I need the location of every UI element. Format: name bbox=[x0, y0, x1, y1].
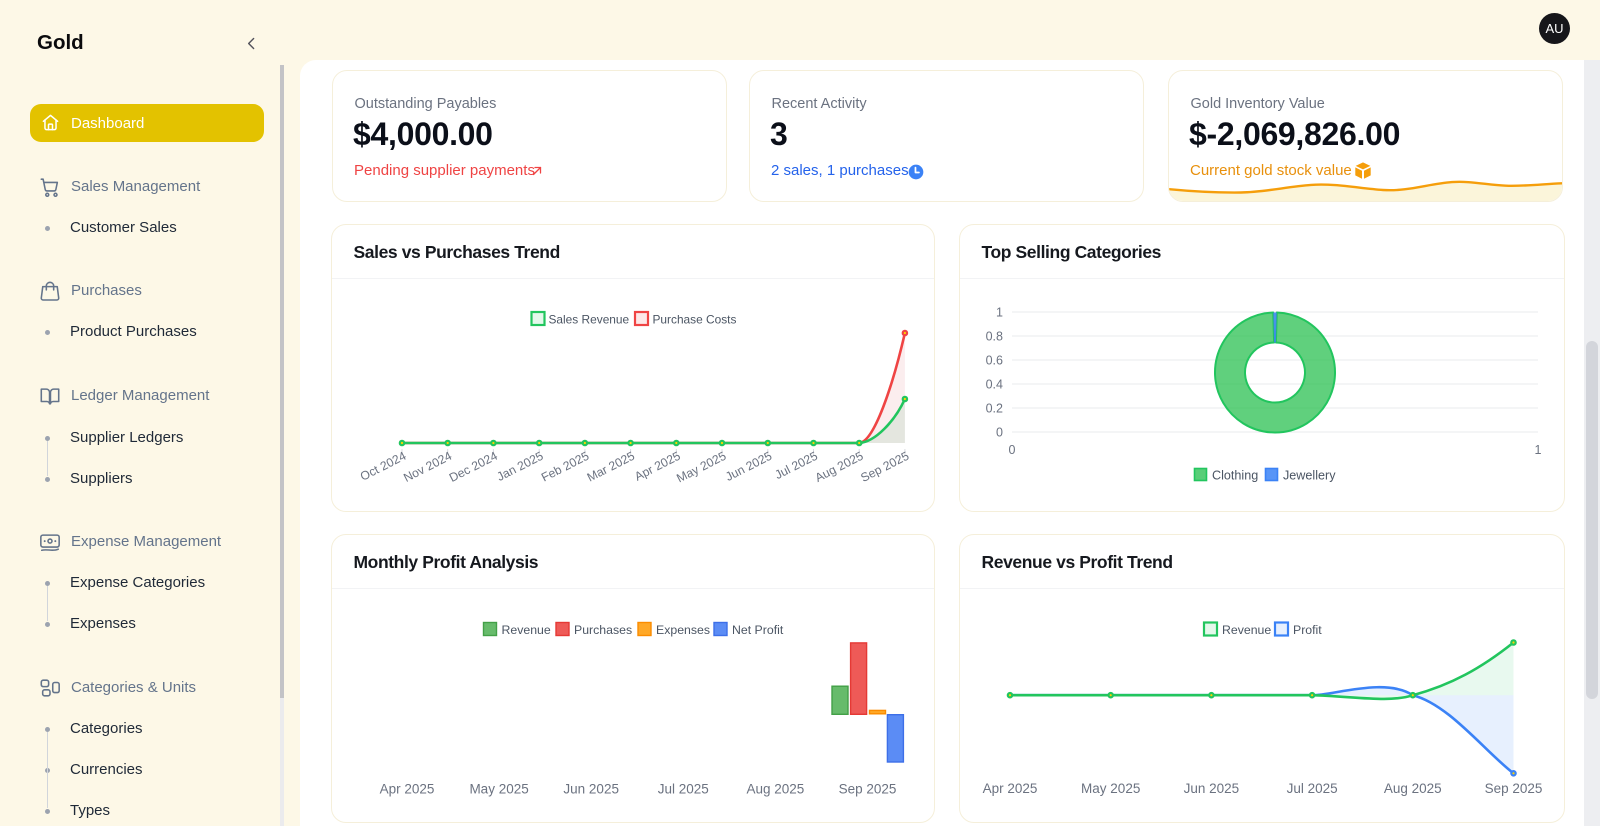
svg-text:Aug 2025: Aug 2025 bbox=[813, 449, 866, 485]
svg-text:1: 1 bbox=[1535, 443, 1542, 457]
svg-text:Jan 2025: Jan 2025 bbox=[495, 449, 546, 484]
svg-text:0: 0 bbox=[996, 426, 1003, 440]
svg-text:Net Profit: Net Profit bbox=[732, 623, 784, 637]
svg-text:Apr 2025: Apr 2025 bbox=[632, 449, 683, 484]
svg-text:May 2025: May 2025 bbox=[469, 782, 528, 797]
svg-text:0: 0 bbox=[1009, 443, 1016, 457]
svg-text:Sep 2025: Sep 2025 bbox=[858, 449, 911, 485]
svg-text:Jul 2025: Jul 2025 bbox=[772, 449, 820, 482]
svg-text:0.6: 0.6 bbox=[986, 354, 1003, 368]
svg-text:May 2025: May 2025 bbox=[674, 449, 728, 486]
svg-text:0.2: 0.2 bbox=[986, 402, 1003, 416]
svg-text:Jun 2025: Jun 2025 bbox=[723, 449, 774, 484]
svg-text:1: 1 bbox=[996, 306, 1003, 320]
svg-text:Profit: Profit bbox=[1293, 623, 1322, 637]
svg-text:Jul 2025: Jul 2025 bbox=[658, 782, 709, 797]
svg-text:Aug 2025: Aug 2025 bbox=[746, 782, 804, 797]
svg-text:Expenses: Expenses bbox=[656, 623, 710, 637]
svg-text:Aug 2025: Aug 2025 bbox=[1384, 781, 1442, 796]
svg-text:Apr 2025: Apr 2025 bbox=[380, 782, 435, 797]
svg-text:Revenue: Revenue bbox=[502, 623, 551, 637]
svg-text:Clothing: Clothing bbox=[1212, 469, 1258, 483]
svg-text:Sep 2025: Sep 2025 bbox=[1485, 781, 1543, 796]
svg-text:Sales Revenue: Sales Revenue bbox=[549, 313, 630, 327]
svg-text:Revenue: Revenue bbox=[1222, 623, 1271, 637]
svg-text:Jun 2025: Jun 2025 bbox=[563, 782, 619, 797]
svg-text:0.8: 0.8 bbox=[986, 330, 1003, 344]
svg-text:Jewellery: Jewellery bbox=[1283, 469, 1336, 483]
svg-text:Oct 2024: Oct 2024 bbox=[358, 449, 409, 484]
svg-text:May 2025: May 2025 bbox=[1081, 781, 1140, 796]
svg-text:Mar 2025: Mar 2025 bbox=[585, 449, 637, 485]
svg-text:Jun 2025: Jun 2025 bbox=[1184, 781, 1240, 796]
svg-text:Purchase Costs: Purchase Costs bbox=[653, 313, 737, 327]
svg-text:Dec 2024: Dec 2024 bbox=[447, 449, 500, 485]
svg-text:Sep 2025: Sep 2025 bbox=[839, 782, 897, 797]
svg-text:Apr 2025: Apr 2025 bbox=[983, 781, 1038, 796]
svg-text:Feb 2025: Feb 2025 bbox=[539, 449, 591, 485]
svg-text:Jul 2025: Jul 2025 bbox=[1287, 781, 1338, 796]
svg-text:Nov 2024: Nov 2024 bbox=[401, 449, 454, 485]
svg-text:0.4: 0.4 bbox=[986, 378, 1003, 392]
svg-text:Purchases: Purchases bbox=[574, 623, 632, 637]
